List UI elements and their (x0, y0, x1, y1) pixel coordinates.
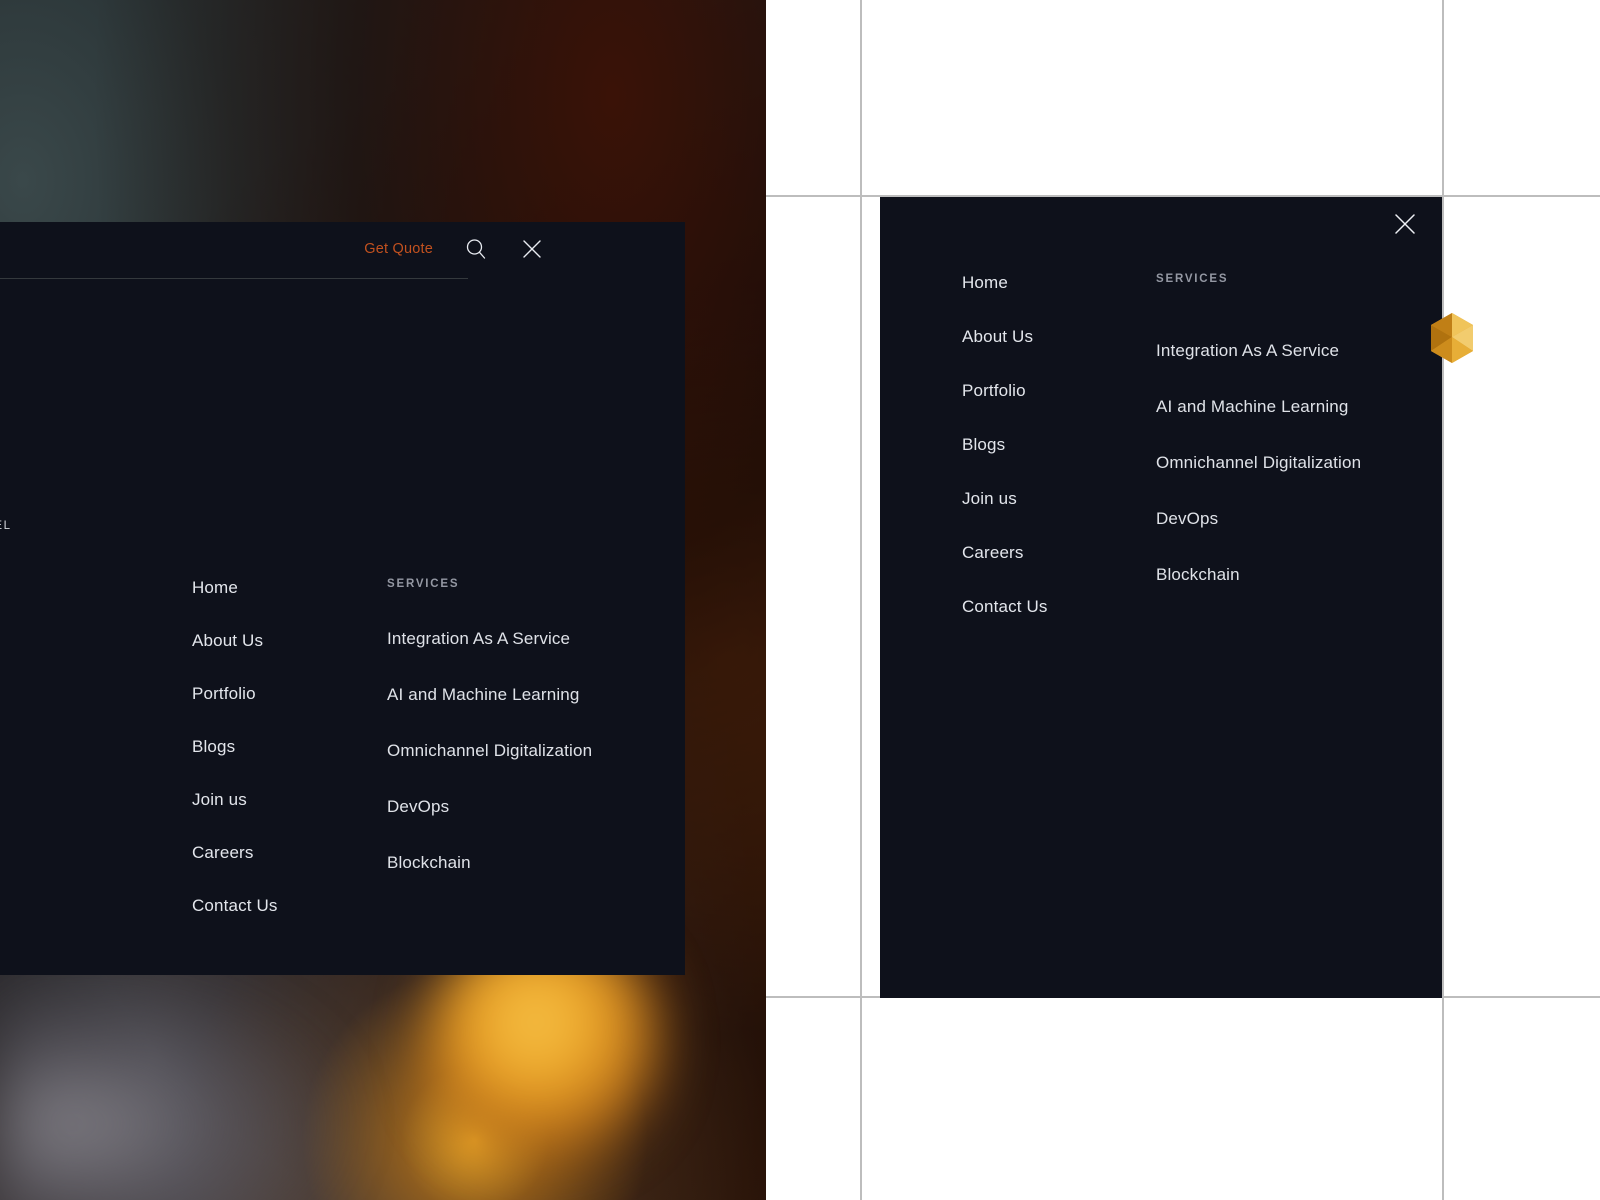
background-light-bloom (0, 980, 340, 1200)
services-heading: SERVICES (387, 578, 460, 590)
topbar-actions: Get Quote (364, 236, 545, 262)
nav-item-about-us[interactable]: About Us (192, 631, 387, 651)
screenshot-root: Get Quote OMNICHANNEL (0, 0, 1600, 1200)
grid-line-vertical (860, 0, 862, 1200)
service-item-devops[interactable]: DevOps (387, 797, 592, 817)
get-quote-button[interactable]: Get Quote (364, 241, 433, 257)
primary-nav-list: Home About Us Portfolio Blogs Join us Ca… (962, 273, 1156, 617)
nav-item-blogs[interactable]: Blogs (192, 737, 387, 757)
service-item-devops[interactable]: DevOps (1156, 509, 1361, 529)
mega-menu-columns-left: Home About Us Portfolio Blogs Join us Ca… (192, 578, 592, 916)
service-item-integration[interactable]: Integration As A Service (387, 629, 592, 649)
nav-item-careers[interactable]: Careers (962, 543, 1156, 563)
nav-item-portfolio[interactable]: Portfolio (962, 381, 1156, 401)
primary-nav-list: Home About Us Portfolio Blogs Join us Ca… (192, 578, 387, 916)
nav-item-blogs[interactable]: Blogs (962, 435, 1156, 455)
close-icon[interactable] (1392, 211, 1418, 237)
mega-menu-columns-right: Home About Us Portfolio Blogs Join us Ca… (962, 273, 1361, 617)
nav-item-home[interactable]: Home (192, 578, 387, 598)
nav-item-careers[interactable]: Careers (192, 843, 387, 863)
services-heading: SERVICES (1156, 273, 1229, 285)
menu-topbar: Get Quote (0, 222, 685, 278)
service-item-ai-ml[interactable]: AI and Machine Learning (1156, 397, 1361, 417)
service-item-ai-ml[interactable]: AI and Machine Learning (387, 685, 592, 705)
nav-item-home[interactable]: Home (962, 273, 1156, 293)
mega-menu-panel-right: Home About Us Portfolio Blogs Join us Ca… (880, 197, 1442, 998)
service-item-blockchain[interactable]: Blockchain (1156, 565, 1361, 585)
close-icon[interactable] (519, 236, 545, 262)
grid-line-vertical (1442, 0, 1444, 1200)
services-nav-list: SERVICES Integration As A Service AI and… (1156, 273, 1361, 617)
nav-item-portfolio[interactable]: Portfolio (192, 684, 387, 704)
gold-polyhedron-icon (1429, 312, 1475, 364)
topbar-divider (0, 278, 468, 279)
nav-item-about-us[interactable]: About Us (962, 327, 1156, 347)
nav-item-join-us[interactable]: Join us (962, 489, 1156, 509)
nav-item-join-us[interactable]: Join us (192, 790, 387, 810)
breadcrumb: OMNICHANNEL (0, 520, 12, 532)
service-item-omnichannel[interactable]: Omnichannel Digitalization (387, 741, 592, 761)
service-item-integration[interactable]: Integration As A Service (1156, 341, 1361, 361)
nav-item-contact-us[interactable]: Contact Us (962, 597, 1156, 617)
services-nav-list: SERVICES Integration As A Service AI and… (387, 578, 592, 916)
search-icon[interactable] (463, 236, 489, 262)
mega-menu-panel-left: Get Quote OMNICHANNEL (0, 222, 685, 975)
nav-item-contact-us[interactable]: Contact Us (192, 896, 387, 916)
service-item-omnichannel[interactable]: Omnichannel Digitalization (1156, 453, 1361, 473)
service-item-blockchain[interactable]: Blockchain (387, 853, 592, 873)
